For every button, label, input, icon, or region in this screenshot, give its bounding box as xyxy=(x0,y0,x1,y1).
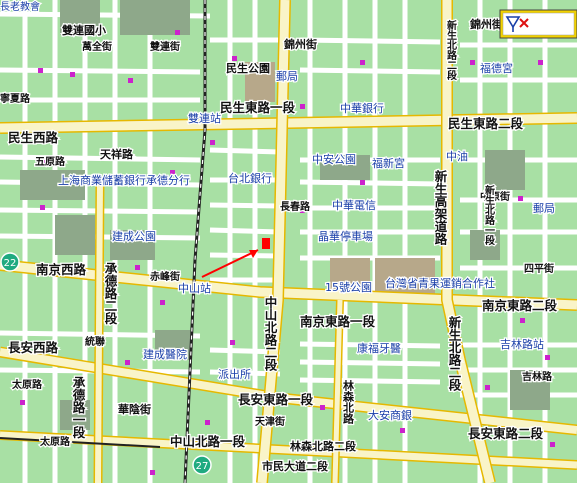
label-jinzhou-street-right: 錦州街 xyxy=(470,17,503,31)
label-shuanglian-school: 雙連國小 xyxy=(62,23,106,37)
label-jilin-road: 吉林路 xyxy=(522,370,553,383)
label-tianjin-street: 天津街 xyxy=(255,415,285,428)
label-zhongshan-n1: 中山北路一段 xyxy=(170,434,246,449)
label-changan-e2: 長安東路二段 xyxy=(468,426,544,441)
label-siping-street: 四平街 xyxy=(524,262,554,275)
compass-widget[interactable] xyxy=(499,9,577,39)
route-badge-27: 27 xyxy=(192,455,212,475)
label-ningxia-road: 寧夏路 xyxy=(0,92,31,105)
label-minsheng-e1: 民生東路一段 xyxy=(220,100,296,115)
label-jinzhou-street: 錦州街 xyxy=(284,37,317,51)
label-shanghai-bank: 上海商業儲蓄銀行承德分行 xyxy=(58,173,190,187)
label-daan-bank: 大安商銀 xyxy=(368,408,412,422)
label-nanjing-w: 南京西路 xyxy=(36,262,87,277)
label-changan-e1: 長安東路一段 xyxy=(238,392,314,407)
label-xinsheng-n1: 新生北路一段 xyxy=(483,184,495,246)
label-post-office-1: 郵局 xyxy=(276,70,298,83)
label-jiancheng-hospital: 建成醫院 xyxy=(143,347,187,361)
label-chengde-2: 承德路二段 xyxy=(103,262,118,325)
label-linsen-n2: 林森北路二段 xyxy=(290,439,356,453)
label-kangfu-dental: 康福牙醫 xyxy=(357,341,401,355)
label-xinsheng-n2: 新生北路二段 xyxy=(445,19,457,81)
label-civic-blvd: 市民大道二段 xyxy=(262,459,328,473)
label-changan-w: 長安西路 xyxy=(8,340,59,355)
label-wanquan-street: 萬全街 xyxy=(82,40,112,53)
label-farm-coop: 台灣省青果運銷合作社 xyxy=(385,276,495,290)
label-zhongshan-n2: 中山北路二段 xyxy=(263,295,278,372)
label-wuyuan-road: 五原路 xyxy=(35,155,66,168)
label-minsheng-park: 民生公園 xyxy=(226,61,270,75)
label-jilin-station: 吉林路站 xyxy=(500,337,544,351)
label-taiyuan-road: 太原路 xyxy=(11,378,43,391)
label-shuanglian-station: 雙連站 xyxy=(188,111,221,125)
label-church: 長老教會 xyxy=(0,0,40,13)
label-changchun-road: 長春路 xyxy=(280,200,311,213)
label-chunghwa-telecom: 中華電信 xyxy=(332,199,376,212)
svg-text:27: 27 xyxy=(196,461,209,472)
label-nanjing-e2: 南京東路二段 xyxy=(482,298,558,313)
label-minsheng-e2: 民生東路二段 xyxy=(448,116,524,131)
route-badge-22: 22 xyxy=(0,252,20,272)
label-tianxiang-road: 天祥路 xyxy=(100,147,134,161)
label-tongji: 統聯 xyxy=(85,335,105,348)
label-fude-temple: 福德宮 xyxy=(480,61,513,75)
svg-text:22: 22 xyxy=(4,258,17,269)
label-zhongan-park: 中安公園 xyxy=(312,152,356,166)
label-zhongyou: 中油 xyxy=(446,149,468,163)
label-park-15: 15號公園 xyxy=(325,281,372,294)
label-chengde-1: 承德路一段 xyxy=(71,376,86,439)
label-huayin-street: 華陰街 xyxy=(118,402,151,416)
label-post-office-2: 郵局 xyxy=(533,202,555,215)
label-fuxing-temple: 福新宮 xyxy=(372,156,405,170)
label-minsheng-w: 民生西路 xyxy=(8,130,59,145)
label-linsen-n: 林森北路 xyxy=(342,379,355,425)
label-zhongshan-station: 中山站 xyxy=(178,281,211,295)
location-marker[interactable] xyxy=(262,238,270,249)
street-map[interactable]: 長老教會 雙連國小 錦州街 錦州街 民生公園 郵局 福德宮 雙連街 萬全街 民生… xyxy=(0,0,577,483)
label-jinghua-parking: 晶華停車場 xyxy=(318,229,373,243)
label-police: 派出所 xyxy=(218,367,251,381)
label-taipei-bank: 台北銀行 xyxy=(228,171,272,185)
label-bank-chinese: 中華銀行 xyxy=(340,101,384,115)
label-xinsheng-elevated: 新生高架道路 xyxy=(433,169,448,246)
label-taiyuan-road-lower: 太原路 xyxy=(39,435,71,448)
label-jiancheng-park: 建成公園 xyxy=(112,229,156,243)
label-xinsheng-n2-lower: 新生北路二段 xyxy=(447,315,462,392)
label-chifeng-street: 赤峰街 xyxy=(150,270,180,283)
label-nanjing-e1: 南京東路一段 xyxy=(300,314,376,329)
label-shuanglian-street: 雙連街 xyxy=(150,40,180,53)
